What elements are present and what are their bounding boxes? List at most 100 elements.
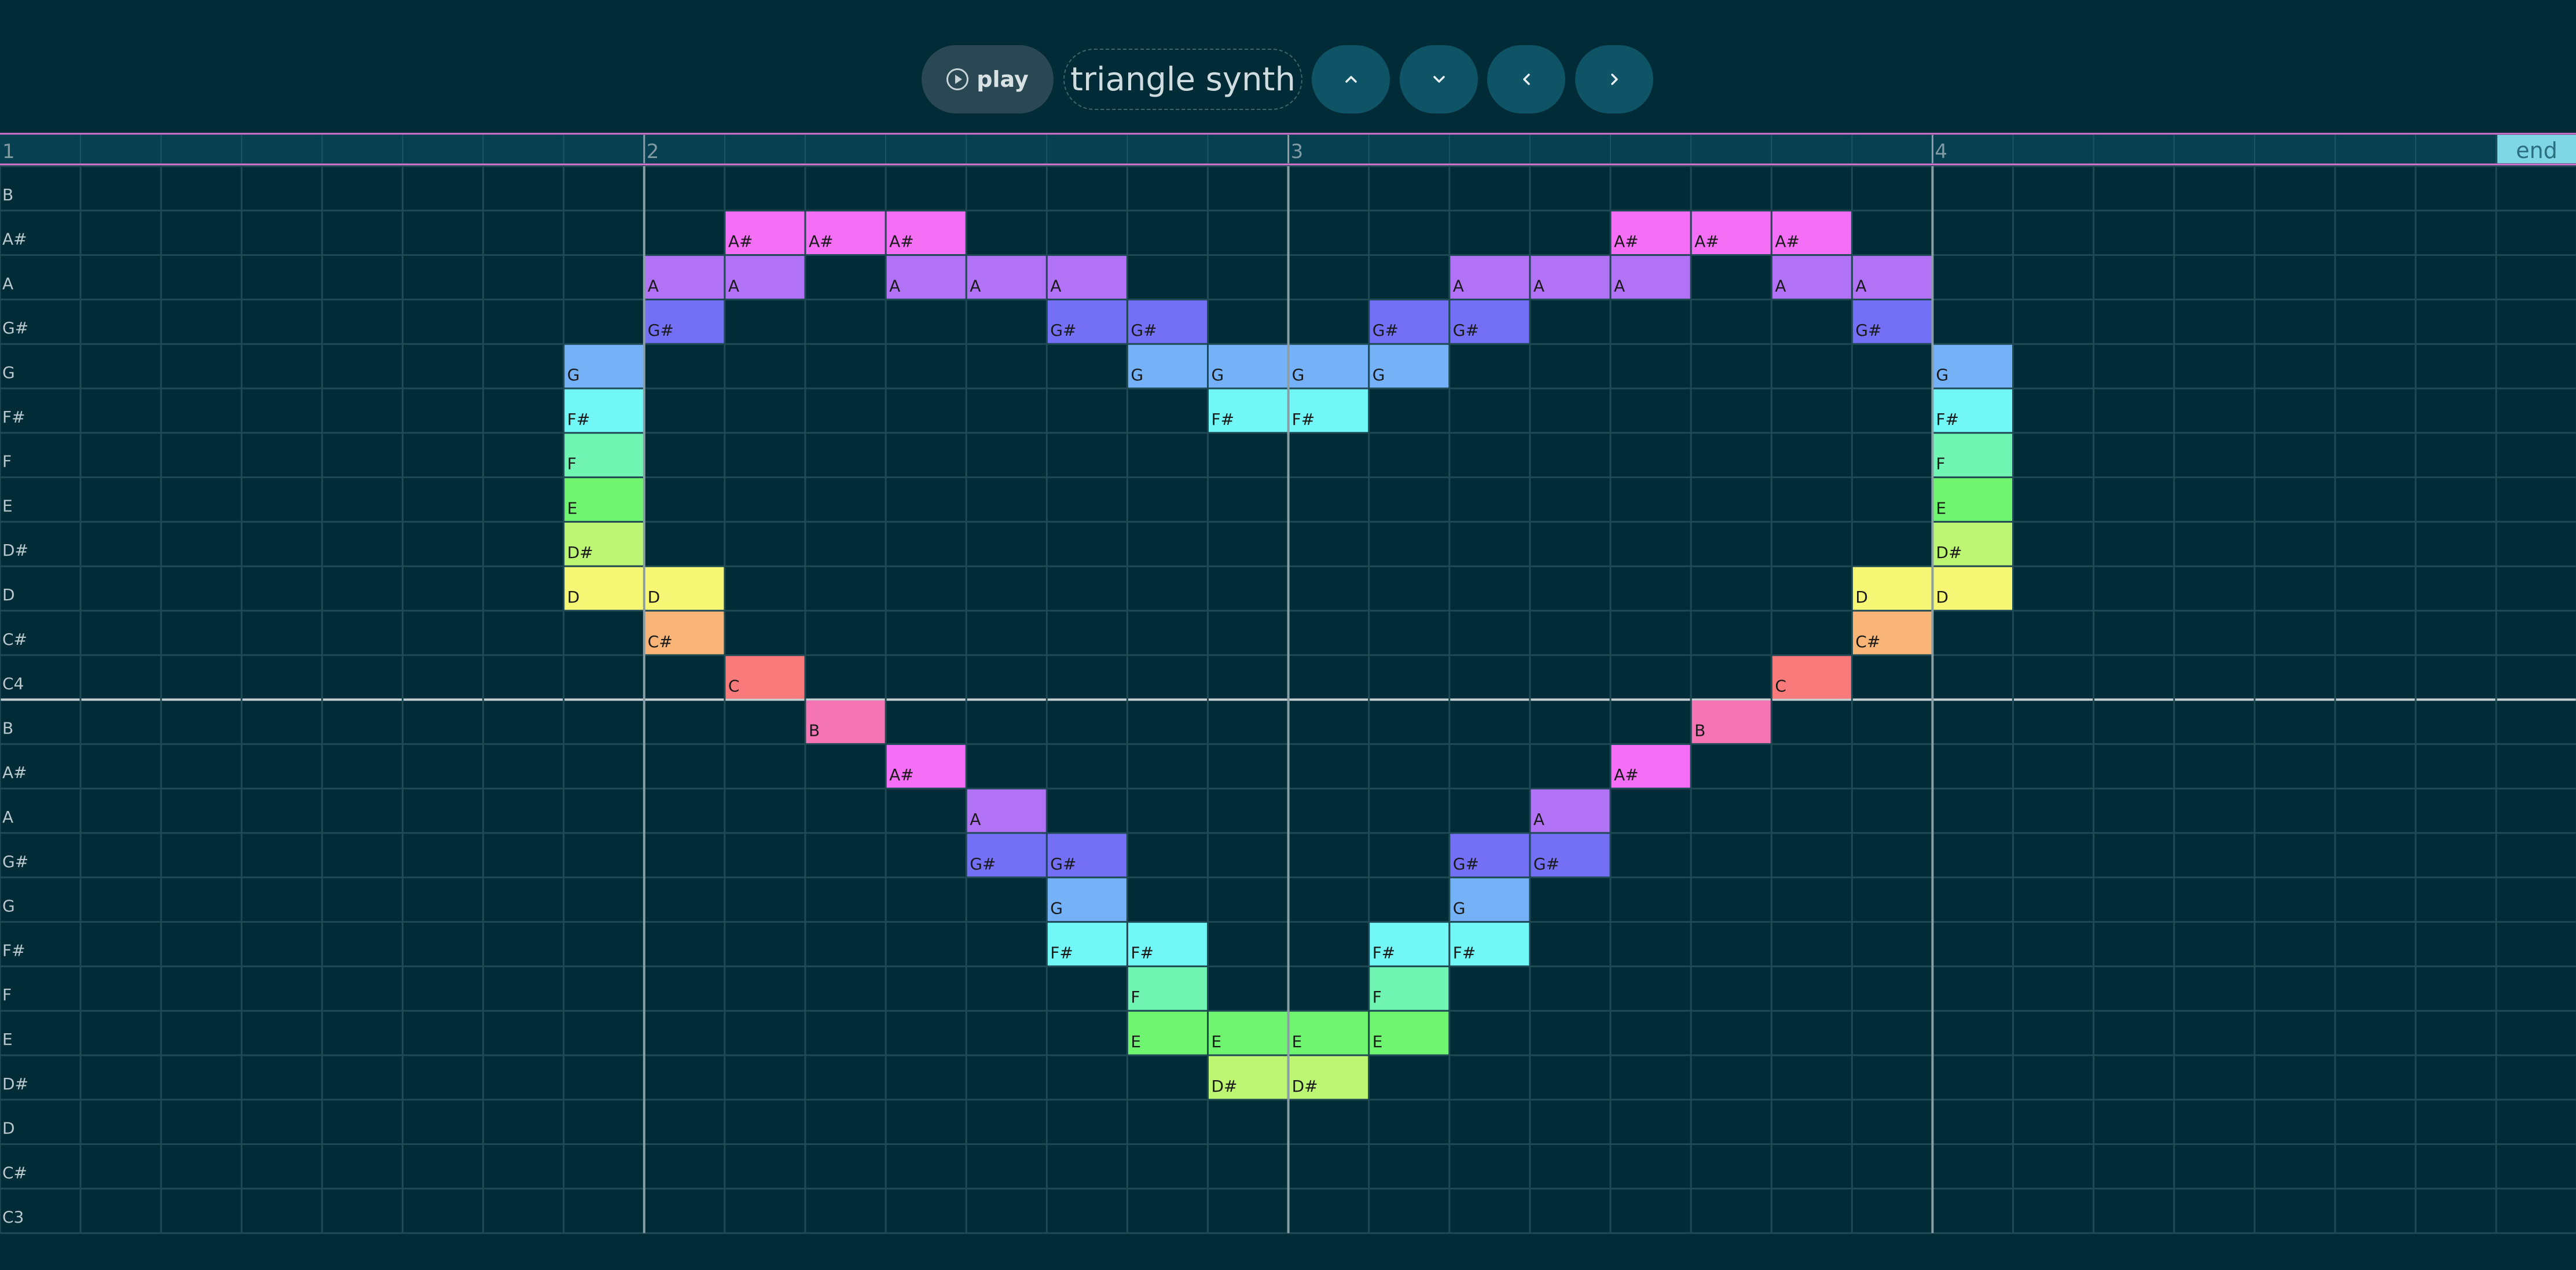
note-label: G# (1453, 854, 1479, 873)
note-f-sharp[interactable]: F# (1047, 923, 1126, 966)
note-g-sharp[interactable]: G# (1450, 300, 1529, 343)
note-g-sharp[interactable]: G# (645, 300, 724, 343)
note-a[interactable]: A (1772, 256, 1851, 299)
note-g-sharp[interactable]: G# (1370, 300, 1449, 343)
note-a[interactable]: A (967, 789, 1046, 832)
note-g[interactable]: G (1933, 344, 2012, 388)
note-label: A (970, 810, 981, 829)
note-label: E (567, 498, 578, 517)
row-label: G# (2, 318, 28, 337)
note-e[interactable]: E (1128, 1011, 1207, 1055)
row-label: F# (2, 941, 25, 960)
note-a[interactable]: A (967, 256, 1046, 299)
note-c-sharp[interactable]: C# (1852, 611, 1932, 655)
note-f[interactable]: F (1933, 434, 2012, 477)
note-a-sharp[interactable]: A# (1691, 211, 1771, 255)
note-a[interactable]: A (1531, 256, 1610, 299)
note-g-sharp[interactable]: G# (967, 834, 1046, 877)
note-f-sharp[interactable]: F# (1370, 923, 1449, 966)
note-b[interactable]: B (806, 700, 885, 743)
note-label: G# (648, 321, 674, 340)
note-f-sharp[interactable]: F# (1128, 923, 1207, 966)
note-c[interactable]: C (725, 656, 805, 699)
note-g[interactable]: G (1450, 878, 1529, 922)
note-label: A (970, 276, 981, 295)
note-a[interactable]: A (886, 256, 966, 299)
note-a[interactable]: A (1531, 789, 1610, 832)
note-label: A (1614, 276, 1625, 295)
row-label: A# (2, 763, 27, 782)
note-d[interactable]: D (645, 567, 724, 610)
note-g-sharp[interactable]: G# (1128, 300, 1207, 343)
note-label: A (1775, 276, 1786, 295)
note-g[interactable]: G (564, 344, 644, 388)
note-f[interactable]: F (564, 434, 644, 477)
note-g[interactable]: G (1047, 878, 1126, 922)
row-label: G (2, 897, 15, 916)
row-label: D (2, 1119, 15, 1138)
note-d-sharp[interactable]: D# (1289, 1056, 1368, 1099)
note-f-sharp[interactable]: F# (564, 389, 644, 432)
note-d-sharp[interactable]: D# (1933, 522, 2012, 566)
note-f-sharp[interactable]: F# (1933, 389, 2012, 432)
note-a-sharp[interactable]: A# (886, 744, 966, 788)
piano-roll-grid[interactable]: 1 2 3 4 end A# A# A# A# A# A# A A A A A A A A A A G# G# G# G# G#… (0, 0, 2576, 1270)
note-f[interactable]: F (1370, 967, 1449, 1010)
note-f-sharp[interactable]: F# (1289, 389, 1368, 432)
note-g[interactable]: G (1370, 344, 1449, 388)
note-label: D (648, 588, 660, 607)
note-label: A (889, 276, 900, 295)
note-g[interactable]: G (1128, 344, 1207, 388)
note-label: F (1131, 988, 1140, 1007)
note-a-sharp[interactable]: A# (886, 211, 966, 255)
note-g[interactable]: G (1209, 344, 1288, 388)
note-b[interactable]: B (1691, 700, 1771, 743)
note-e[interactable]: E (1933, 478, 2012, 521)
note-a[interactable]: A (1852, 256, 1932, 299)
note-label: G# (1050, 321, 1076, 340)
note-e[interactable]: E (1209, 1011, 1288, 1055)
note-c[interactable]: C (1772, 656, 1851, 699)
note-label: A (1050, 276, 1061, 295)
note-e[interactable]: E (564, 478, 644, 521)
note-e[interactable]: E (1289, 1011, 1368, 1055)
note-f[interactable]: F (1128, 967, 1207, 1010)
note-label: A# (1614, 765, 1639, 784)
note-a-sharp[interactable]: A# (1611, 744, 1690, 788)
note-g-sharp[interactable]: G# (1047, 834, 1126, 877)
note-label: F (1936, 454, 1945, 474)
note-g-sharp[interactable]: G# (1450, 834, 1529, 877)
note-d[interactable]: D (1933, 567, 2012, 610)
note-g-sharp[interactable]: G# (1852, 300, 1932, 343)
note-a[interactable]: A (725, 256, 805, 299)
row-label: D (2, 585, 15, 604)
timeline-header[interactable]: 1 2 3 4 end (0, 133, 2576, 166)
note-a[interactable]: A (1450, 256, 1529, 299)
note-a-sharp[interactable]: A# (1611, 211, 1690, 255)
note-c-sharp[interactable]: C# (645, 611, 724, 655)
note-a[interactable]: A (645, 256, 724, 299)
note-label: D (1936, 588, 1948, 607)
row-label: C# (2, 630, 27, 649)
note-a-sharp[interactable]: A# (1772, 211, 1851, 255)
note-d-sharp[interactable]: D# (1209, 1056, 1288, 1099)
note-label: A (1855, 276, 1866, 295)
note-label: G (1292, 365, 1305, 384)
note-g-sharp[interactable]: G# (1047, 300, 1126, 343)
note-a[interactable]: A (1611, 256, 1690, 299)
note-a[interactable]: A (1047, 256, 1126, 299)
note-d[interactable]: D (564, 567, 644, 610)
note-label: A# (1694, 232, 1719, 251)
note-a-sharp[interactable]: A# (806, 211, 885, 255)
note-e[interactable]: E (1370, 1011, 1449, 1055)
note-g-sharp[interactable]: G# (1531, 834, 1610, 877)
note-f-sharp[interactable]: F# (1450, 923, 1529, 966)
row-label: A (2, 274, 13, 293)
note-label: F# (1453, 943, 1476, 962)
note-f-sharp[interactable]: F# (1209, 389, 1288, 432)
note-d[interactable]: D (1852, 567, 1932, 610)
row-label: F# (2, 408, 25, 427)
note-a-sharp[interactable]: A# (725, 211, 805, 255)
note-g[interactable]: G (1289, 344, 1368, 388)
note-d-sharp[interactable]: D# (564, 522, 644, 566)
